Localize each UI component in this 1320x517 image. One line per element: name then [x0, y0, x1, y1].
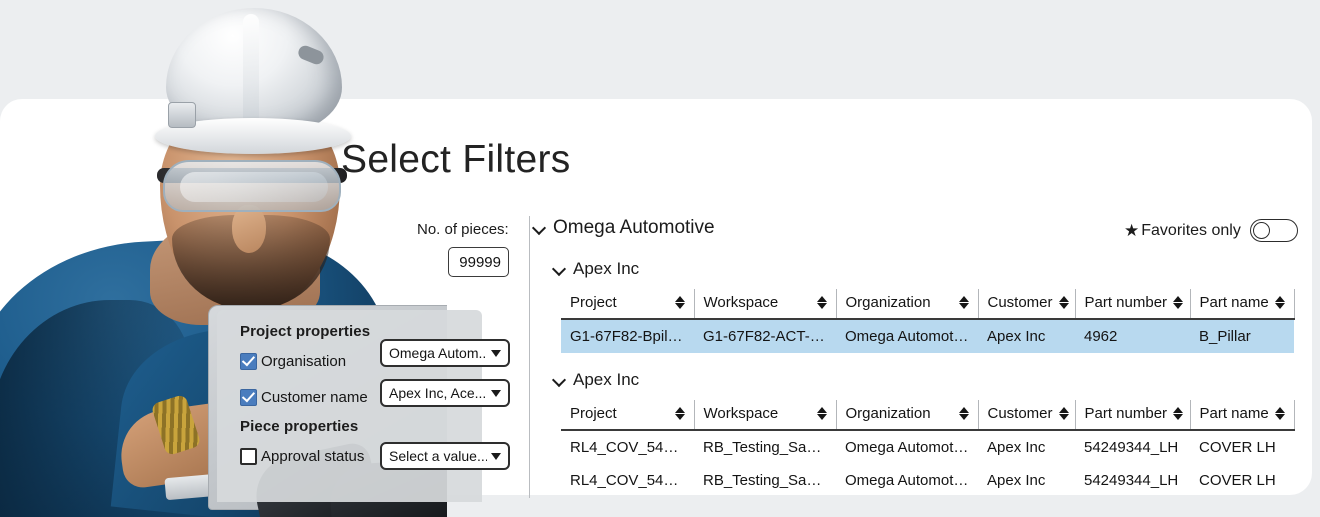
- column-header-customer[interactable]: Customer: [978, 400, 1075, 430]
- column-header-part-name[interactable]: Part name: [1190, 400, 1294, 430]
- column-label: Part name: [1200, 294, 1269, 311]
- cell-project: RL4_COV_54249_LH: [561, 430, 694, 464]
- approval-status-label: Approval status: [261, 448, 364, 465]
- table-row[interactable]: G1-67F82-Bpillar-R G1-67F82-ACT-Bpillar …: [561, 319, 1294, 353]
- organisation-label: Organisation: [261, 353, 346, 370]
- cell-part-number: 54249344_LH: [1075, 430, 1190, 464]
- column-label: Workspace: [704, 405, 779, 422]
- sort-icon[interactable]: [959, 295, 969, 310]
- project-properties-heading: Project properties: [240, 323, 482, 340]
- column-header-part-name[interactable]: Part name: [1190, 289, 1294, 319]
- table-row[interactable]: RL4_COV_54249_LH RB_Testing_Sandbox Omeg…: [561, 430, 1294, 464]
- sort-icon[interactable]: [1173, 295, 1183, 310]
- sort-icon[interactable]: [817, 295, 827, 310]
- column-label: Project: [570, 294, 617, 311]
- column-label: Project: [570, 405, 617, 422]
- column-label: Part number: [1085, 294, 1168, 311]
- cell-part-name: COVER LH: [1190, 430, 1294, 464]
- chevron-down-icon: [533, 222, 546, 235]
- chevron-down-icon: [553, 263, 566, 276]
- group-header-label: Omega Automotive: [553, 217, 715, 239]
- column-label: Customer: [988, 405, 1053, 422]
- column-header-customer[interactable]: Customer: [978, 289, 1075, 319]
- column-header-organization[interactable]: Organization: [836, 400, 978, 430]
- column-header-project[interactable]: Project: [561, 400, 694, 430]
- sort-icon[interactable]: [675, 406, 685, 421]
- piece-properties-heading: Piece properties: [240, 418, 482, 435]
- sort-icon[interactable]: [1275, 406, 1285, 421]
- customer-name-label: Customer name: [261, 389, 368, 406]
- column-label: Customer: [988, 294, 1053, 311]
- column-header-workspace[interactable]: Workspace: [694, 289, 836, 319]
- pieces-label: No. of pieces:: [417, 221, 509, 238]
- results-table-2: Project Workspace Organization Customer …: [561, 400, 1295, 497]
- column-label: Workspace: [704, 294, 779, 311]
- cell-organization: Omega Automotive: [836, 319, 978, 353]
- chevron-down-icon: [491, 350, 501, 357]
- cell-part-name: COVER LH: [1190, 464, 1294, 497]
- page-title: Select Filters: [341, 138, 571, 182]
- approval-status-dropdown-value: Select a value...: [389, 448, 487, 464]
- cell-customer: Apex Inc: [978, 319, 1075, 353]
- customer-name-dropdown[interactable]: Apex Inc, Ace...: [380, 379, 510, 407]
- customer-name-dropdown-value: Apex Inc, Ace...: [389, 385, 487, 401]
- cell-customer: Apex Inc: [978, 464, 1075, 497]
- panel-divider: [529, 216, 530, 498]
- cell-workspace: G1-67F82-ACT-Bpillar: [694, 319, 836, 353]
- cell-project: G1-67F82-Bpillar-R: [561, 319, 694, 353]
- sort-icon[interactable]: [675, 295, 685, 310]
- column-header-part-number[interactable]: Part number: [1075, 289, 1190, 319]
- chevron-down-icon: [491, 453, 501, 460]
- customer-name-checkbox[interactable]: [240, 389, 257, 406]
- subgroup-header-apex-inc-1[interactable]: Apex Inc: [553, 256, 1303, 282]
- cell-part-name: B_Pillar: [1190, 319, 1294, 353]
- cell-workspace: RB_Testing_Sandbox: [694, 430, 836, 464]
- subgroup-header-apex-inc-2[interactable]: Apex Inc: [553, 367, 1303, 393]
- table-row[interactable]: RL4_COV_54249_LH RB_Testing_Sandbox Omeg…: [561, 464, 1294, 497]
- column-header-part-number[interactable]: Part number: [1075, 400, 1190, 430]
- organisation-dropdown[interactable]: Omega Autom...: [380, 339, 510, 367]
- sort-icon[interactable]: [817, 406, 827, 421]
- table-header-row: Project Workspace Organization Customer …: [561, 289, 1294, 319]
- chevron-down-icon: [553, 374, 566, 387]
- subgroup-header-label: Apex Inc: [573, 259, 639, 279]
- app-root: Project properties Organisation Customer…: [0, 0, 1320, 517]
- approval-status-dropdown[interactable]: Select a value...: [380, 442, 510, 470]
- sort-icon[interactable]: [1275, 295, 1285, 310]
- sort-icon[interactable]: [1059, 406, 1069, 421]
- cell-part-number: 54249344_LH: [1075, 464, 1190, 497]
- subgroup-header-label: Apex Inc: [573, 370, 639, 390]
- column-label: Organization: [846, 294, 931, 311]
- organisation-dropdown-value: Omega Autom...: [389, 345, 487, 361]
- organisation-checkbox[interactable]: [240, 353, 257, 370]
- cell-part-number: 4962: [1075, 319, 1190, 353]
- sort-icon[interactable]: [1173, 406, 1183, 421]
- approval-status-checkbox[interactable]: [240, 448, 257, 465]
- group-header-omega-automotive[interactable]: Omega Automotive: [533, 214, 1303, 242]
- cell-organization: Omega Automotive: [836, 430, 978, 464]
- cell-customer: Apex Inc: [978, 430, 1075, 464]
- sort-icon[interactable]: [1059, 295, 1069, 310]
- cell-workspace: RB_Testing_Sandbox: [694, 464, 836, 497]
- pieces-input[interactable]: 99999: [448, 247, 509, 277]
- results-table-1: Project Workspace Organization Customer …: [561, 289, 1295, 353]
- cell-organization: Omega Automotive: [836, 464, 978, 497]
- results-area: Omega Automotive Apex Inc Project Worksp…: [533, 214, 1303, 497]
- column-label: Part name: [1200, 405, 1269, 422]
- chevron-down-icon: [491, 390, 501, 397]
- column-label: Part number: [1085, 405, 1168, 422]
- table-header-row: Project Workspace Organization Customer …: [561, 400, 1294, 430]
- sort-icon[interactable]: [959, 406, 969, 421]
- cell-project: RL4_COV_54249_LH: [561, 464, 694, 497]
- column-label: Organization: [846, 405, 931, 422]
- column-header-project[interactable]: Project: [561, 289, 694, 319]
- column-header-workspace[interactable]: Workspace: [694, 400, 836, 430]
- column-header-organization[interactable]: Organization: [836, 289, 978, 319]
